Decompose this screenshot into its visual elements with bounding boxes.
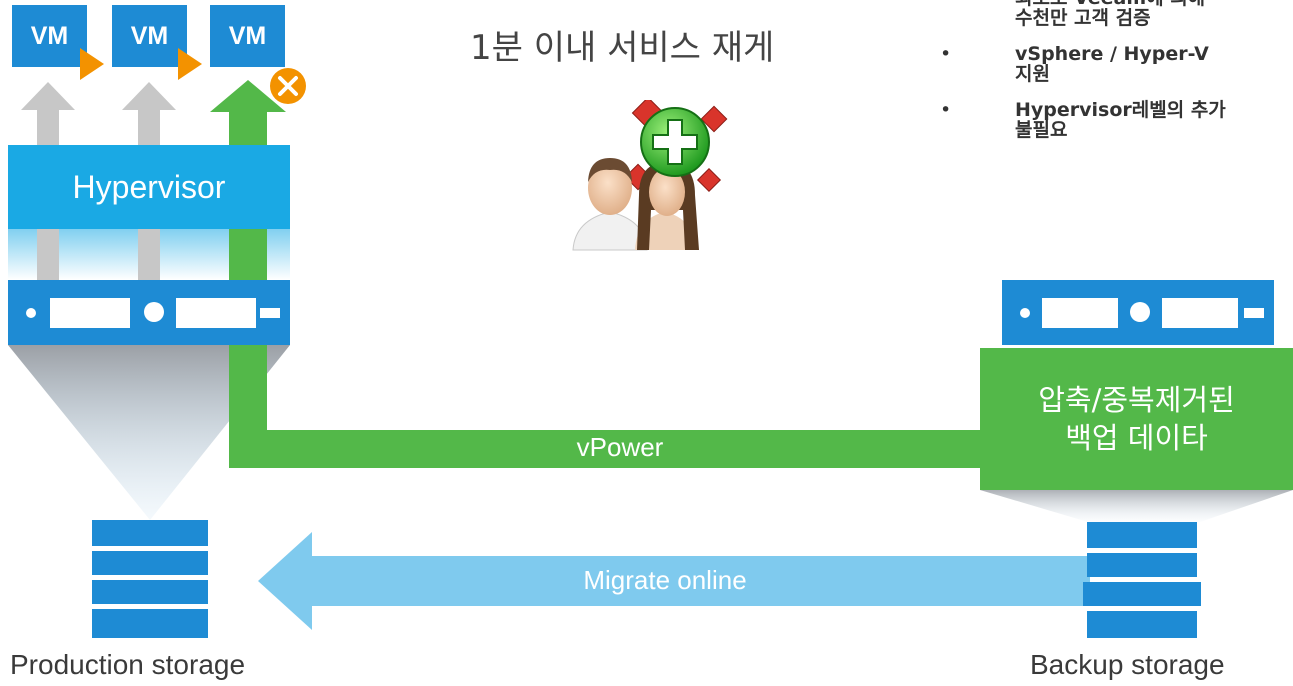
backup-server [1002, 280, 1274, 345]
vm-box: VM [210, 5, 285, 67]
server-led [1130, 302, 1150, 322]
disk-layer [92, 609, 208, 638]
users-add-icon [572, 100, 728, 251]
hypervisor-label: Hypervisor [72, 168, 226, 205]
backup-fade [980, 490, 1293, 522]
vpower-label: vPower [576, 432, 664, 462]
server-led [1020, 308, 1030, 318]
disk-layer [1087, 611, 1197, 638]
server-led [144, 302, 164, 322]
backup-data-box: 압축/중복제거된 백업 데이타 [980, 348, 1293, 490]
backup-data-label: 압축/중복제거된 [1038, 383, 1235, 417]
production-server [8, 280, 290, 345]
disk-layer [92, 520, 208, 546]
disk-layer [1083, 582, 1201, 606]
vm-label: VM [30, 21, 69, 50]
vm-box: VM [12, 5, 87, 67]
production-storage-label: Production storage [10, 649, 246, 680]
disk-layer [1087, 553, 1197, 577]
disk-layer [92, 580, 208, 604]
hypervisor-box: Hypervisor [8, 145, 290, 229]
vm-label: VM [228, 21, 267, 50]
disk-layer [92, 551, 208, 575]
vm-label: VM [130, 21, 169, 50]
server-bay [176, 298, 256, 328]
play-triangle-icon [178, 48, 202, 80]
backup-storage-icon [1083, 522, 1201, 638]
server-led [26, 308, 36, 318]
production-storage-icon [92, 520, 208, 638]
server-bay [1162, 298, 1238, 328]
backup-storage-label: Backup storage [1030, 649, 1225, 680]
server-bay [260, 308, 280, 318]
server-bay [50, 298, 130, 328]
migrate-label: Migrate online [583, 565, 747, 595]
play-triangle-icon [80, 48, 104, 80]
disk-layer [1087, 522, 1197, 548]
backup-data-label: 백업 데이타 [1065, 421, 1208, 455]
server-bay [1244, 308, 1264, 318]
server-bay [1042, 298, 1118, 328]
error-x-icon [270, 68, 306, 104]
